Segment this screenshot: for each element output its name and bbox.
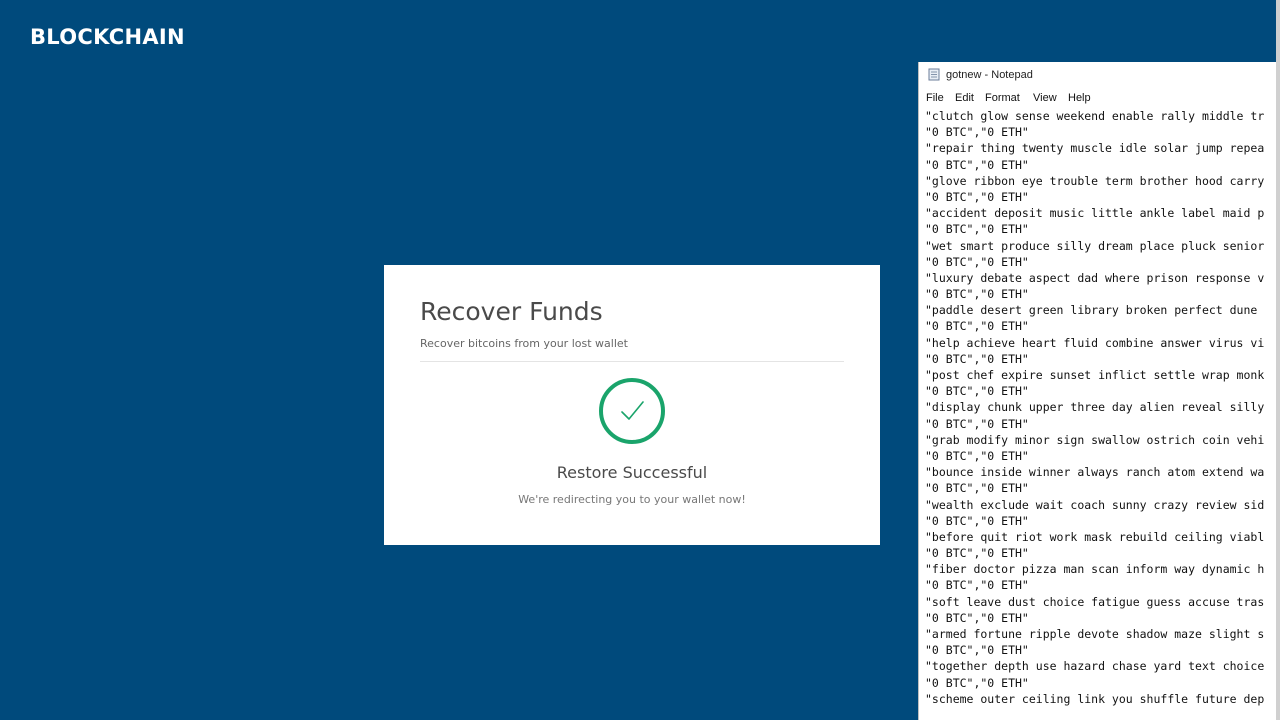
text-line: "0 BTC","0 ETH" [925,448,1029,463]
card-subtitle: Recover bitcoins from your lost wallet [420,337,628,350]
text-line: "post chef expire sunset inflict settle … [925,368,1265,382]
text-line: "0 BTC","0 ETH" [925,157,1029,172]
text-line: "luxury debate aspect dad where prison r… [925,270,1265,285]
recover-funds-card: Recover Funds Recover bitcoins from your… [384,265,880,545]
text-line: "grab modify minor sign swallow ostrich … [925,432,1265,447]
text-line: "0 BTC","0 ETH" [925,513,1029,528]
notepad-window[interactable]: gotnew - Notepad File Edit Format View H… [918,62,1277,720]
text-line: "glove ribbon eye trouble term brother h… [925,173,1265,188]
text-line: "wet smart produce silly dream place plu… [925,238,1265,253]
notepad-text-area[interactable]: "clutch glow sense weekend enable rally … [925,108,1277,720]
text-line: "0 BTC","0 ETH" [925,222,1029,237]
text-line: "0 BTC","0 ETH" [925,254,1029,269]
notepad-titlebar[interactable]: gotnew - Notepad [919,62,1277,88]
text-line: "0 BTC","0 ETH" [925,578,1029,593]
text-line: "0 BTC","0 ETH" [925,643,1029,658]
text-line: "armed fortune ripple devote shadow maze… [925,627,1265,641]
menu-file[interactable]: File [926,92,944,104]
menu-format[interactable]: Format [985,92,1020,104]
text-line: "scheme outer ceiling link you shuffle f… [925,691,1265,706]
notepad-app-icon [928,68,940,81]
status-message: We're redirecting you to your wallet now… [518,493,746,506]
text-line: "wealth exclude wait coach sunny crazy r… [925,497,1265,512]
text-line: "0 BTC","0 ETH" [925,189,1029,204]
text-line: "0 BTC","0 ETH" [925,125,1029,140]
text-line: "0 BTC","0 ETH" [925,384,1029,399]
text-line: "bounce inside winner always ranch atom … [925,465,1265,480]
text-line: "help achieve heart fluid combine answer… [925,335,1265,350]
text-line: "0 BTC","0 ETH" [925,416,1029,431]
text-line: "0 BTC","0 ETH" [925,610,1029,625]
text-line: "before quit riot work mask rebuild ceil… [925,529,1265,544]
window-edge [1276,0,1280,720]
text-line: "0 BTC","0 ETH" [925,546,1029,561]
menu-view[interactable]: View [1033,92,1057,104]
text-line: "accident deposit music little ankle lab… [925,206,1265,221]
card-divider [420,361,844,362]
text-line: "display chunk upper three day alien rev… [925,400,1265,415]
text-line: "0 BTC","0 ETH" [925,287,1029,302]
text-line: "soft leave dust choice fatigue guess ac… [925,594,1265,609]
text-line: "repair thing twenty muscle idle solar j… [925,141,1265,156]
text-line: "0 BTC","0 ETH" [925,319,1029,334]
notepad-title: gotnew - Notepad [946,69,1033,81]
text-line: "0 BTC","0 ETH" [925,675,1029,690]
menu-edit[interactable]: Edit [955,92,974,104]
text-line: "fiber doctor pizza man scan inform way … [925,562,1265,577]
menu-help[interactable]: Help [1068,92,1091,104]
status-title: Restore Successful [556,463,708,482]
text-line: "paddle desert green library broken perf… [925,303,1265,318]
text-line: "0 BTC","0 ETH" [925,481,1029,496]
notepad-menubar: File Edit Format View Help [919,90,1277,108]
text-line: "clutch glow sense weekend enable rally … [925,109,1265,123]
blockchain-logo[interactable]: BLOCKCHAIN [30,25,185,49]
text-line: "0 BTC","0 ETH" [925,351,1029,366]
page: BLOCKCHAIN Recover Funds Recover bitcoin… [0,0,1280,720]
card-title: Recover Funds [420,297,603,326]
text-line: "together depth use hazard chase yard te… [925,659,1265,674]
success-check-icon [599,378,665,444]
